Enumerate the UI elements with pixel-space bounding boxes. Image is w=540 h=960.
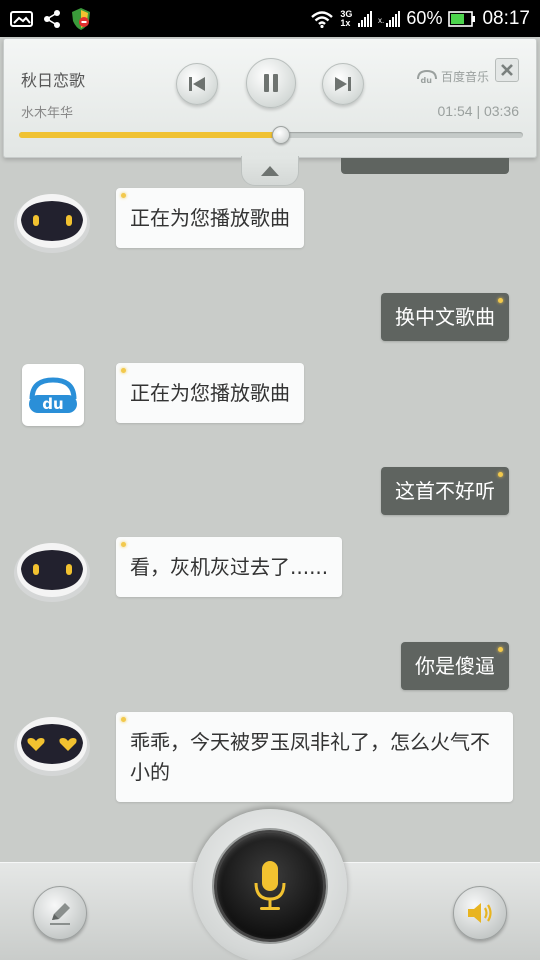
robot-avatar-icon [14,543,90,602]
skip-back-icon [189,77,205,91]
user-message-text: 你是傻逼 [415,654,495,678]
speaker-icon [468,903,492,923]
bot-message-bubble: 看，灰机灰过去了...... [116,537,343,597]
status-icons-right: 3G 1x x. 60% 08:17 [310,6,530,31]
battery-icon [448,10,476,27]
user-message-bubble: 这首不好听 [381,467,509,515]
battery-percent: 60% [406,8,443,28]
speaker-button[interactable] [453,886,507,940]
playback-time: 01:54 | 03:36 [437,103,519,119]
music-player-panel: 秋日恋歌 水木年华 du 百度音乐 01:54 | 03:36 [3,38,537,158]
baidu-music-text: 百度音乐 [441,70,490,84]
bot-message-text: 正在为您播放歌曲 [130,381,290,405]
wifi-icon [311,10,334,28]
progress-fill [19,132,282,138]
close-icon [501,64,513,76]
shield-icon [72,7,90,30]
baidu-music-logo-icon: du [29,377,77,413]
pause-icon [264,74,278,92]
user-message-bubble: 换中文歌曲 [381,293,509,341]
previous-track-button[interactable] [176,63,218,105]
baidu-music-logo-icon: du [417,69,437,85]
clock: 08:17 [482,7,530,29]
skip-forward-icon [335,77,351,91]
bot-message-bubble: 正在为您播放歌曲 [116,363,304,423]
previous-message-peek [341,158,509,174]
robot-avatar-icon [14,194,90,253]
song-title: 秋日恋歌 [21,71,86,90]
share-icon [44,9,60,28]
song-artist: 水木年华 [21,106,74,121]
signal-icon-2: x. [378,10,401,27]
bot-message-bubble: 正在为您播放歌曲 [116,188,304,248]
next-track-button[interactable] [322,63,364,105]
svg-text:x.: x. [378,16,384,25]
voice-input-button[interactable] [214,830,326,942]
image-icon [10,10,33,27]
network-1x-label: 1x [340,17,351,28]
bot-message-bubble: 乖乖，今天被罗玉凤非礼了，怎么火气不小的 [116,712,513,802]
signal-icon [358,10,373,27]
user-message-text: 这首不好听 [395,479,495,503]
close-player-button[interactable] [495,58,519,82]
baidu-music-logo-text: du [421,76,433,85]
robot-heart-eyes-avatar-icon [14,717,90,776]
pause-button[interactable] [246,58,296,108]
bot-message-text: 正在为您播放歌曲 [130,206,290,230]
network-type: 3G 1x [340,9,352,28]
bot-message-text: 看，灰机灰过去了...... [130,555,329,579]
user-message-text: 换中文歌曲 [395,305,495,329]
progress-thumb[interactable] [272,126,291,144]
progress-slider[interactable] [19,126,523,144]
keyboard-input-button[interactable] [33,886,87,940]
baidu-music-label: du 百度音乐 [416,68,489,85]
baidu-music-avatar: du [22,364,84,426]
bot-message-text: 乖乖，今天被罗玉凤非礼了，怎么火气不小的 [130,730,490,784]
pencil-icon [50,903,70,925]
baidu-music-avatar-text: du [42,395,63,413]
user-message-bubble: 你是傻逼 [401,642,509,690]
chat-list: 正在为您播放歌曲 换中文歌曲 du 正在为您播放歌曲 这首不好听 看，灰机灰过去… [0,158,540,858]
microphone-icon [254,861,286,910]
status-bar: 3G 1x x. 60% 08:17 [0,0,540,37]
status-icons-left [10,7,92,30]
